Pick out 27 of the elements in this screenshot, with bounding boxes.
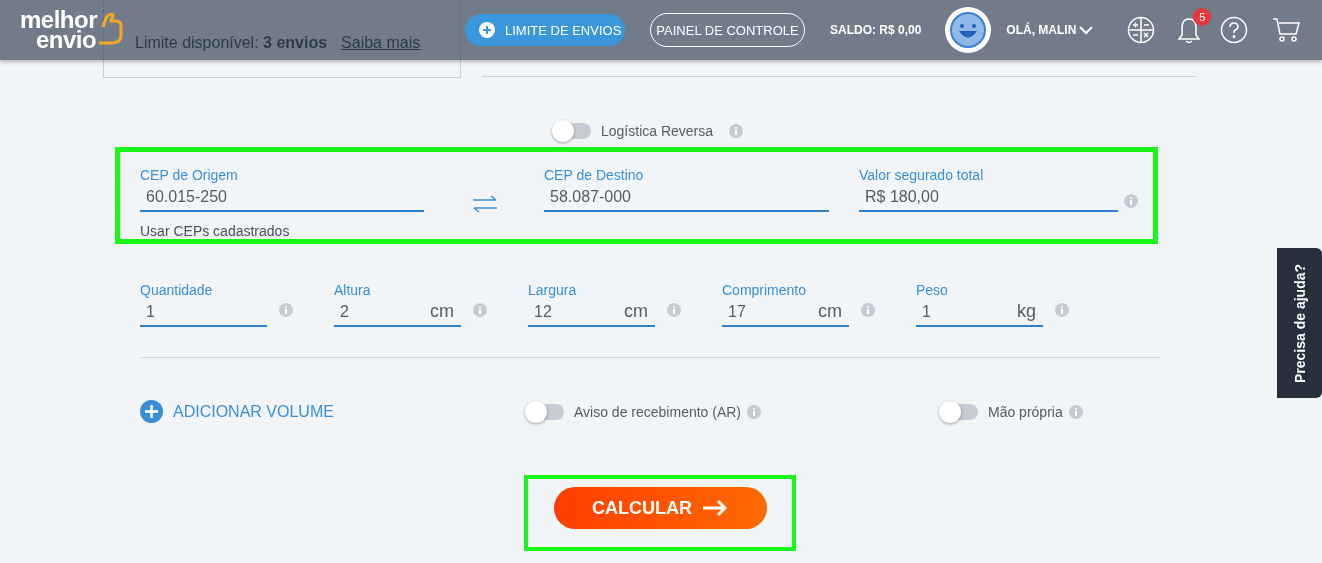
- saved-ceps-link[interactable]: Usar CEPs cadastrados: [140, 223, 290, 239]
- input-field[interactable]: 1: [140, 298, 267, 327]
- user-menu[interactable]: OLÁ, MALIN: [1006, 23, 1094, 37]
- toggle-label: Mão própria: [988, 403, 1063, 420]
- field-label: Valor segurado total: [859, 167, 985, 183]
- calculate-button[interactable]: CALCULAR: [553, 487, 767, 529]
- field-label: CEP de Origem: [140, 167, 239, 183]
- help-tab[interactable]: Precisa de ajuda?: [1277, 248, 1322, 398]
- field-label: Largura: [528, 282, 578, 298]
- field-label: CEP de Destino: [544, 167, 645, 183]
- input-field[interactable]: 60.015-250: [140, 183, 424, 212]
- toggle-label: Aviso de recebimento (AR): [574, 403, 742, 420]
- limit-notice: Limite disponível: 3 envios: [135, 34, 328, 51]
- notification-badge: 5: [1193, 8, 1212, 26]
- input-field[interactable]: R$ 180,00: [859, 183, 1118, 212]
- input-field[interactable]: 12 cm: [528, 298, 655, 327]
- input-field[interactable]: 1 kg: [916, 298, 1043, 327]
- input-field[interactable]: 58.087-000: [544, 183, 829, 212]
- toggle-label: Logística Reversa: [601, 123, 714, 139]
- input-field[interactable]: 17 cm: [722, 298, 849, 327]
- field-label: Altura: [334, 282, 372, 298]
- balance-text: SALDO: R$ 0,00: [830, 23, 922, 37]
- field-label: Peso: [916, 282, 949, 298]
- field-label: Quantidade: [140, 282, 214, 298]
- field-label: Comprimento: [722, 282, 808, 298]
- logo[interactable]: melhor envio: [20, 10, 97, 50]
- input-field[interactable]: 2 cm: [334, 298, 461, 327]
